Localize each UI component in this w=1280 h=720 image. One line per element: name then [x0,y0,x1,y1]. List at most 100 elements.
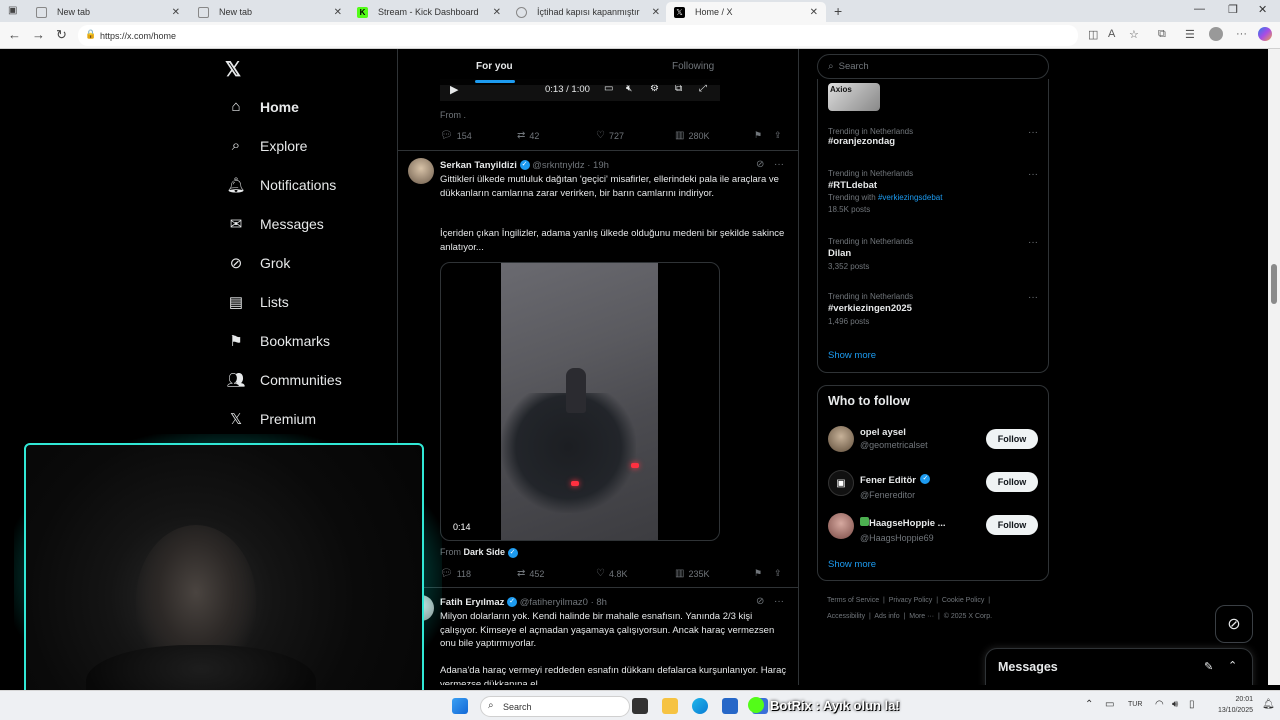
volume-icon[interactable]: 🔊︎ [1172,699,1178,710]
language-indicator[interactable]: TUR [1128,701,1142,708]
scrollbar[interactable] [1268,49,1280,685]
views-button[interactable]: ▥ 235K [675,568,709,579]
nav-messages[interactable]: ✉ Messages [225,215,324,233]
x-logo-icon[interactable]: 𝕏 [225,57,241,82]
browser-tab[interactable]: İçtihad kapısı kapanmıştır ✕ [508,2,668,22]
news-thumbnail[interactable]: Axios [828,83,880,111]
notification-icon[interactable]: 🔔︎ [1262,699,1275,710]
more-icon[interactable]: ··· [1028,237,1038,248]
avatar[interactable]: ▣ [828,470,854,496]
browser-tab-active[interactable]: 𝕏 Home / X ✕ [666,2,826,22]
grok-floating-button[interactable]: ⊘ [1215,605,1253,643]
author-name[interactable]: Serkan Tanyildizi [440,160,517,171]
avatar[interactable] [828,513,854,539]
new-tab-icon[interactable]: + [834,3,842,19]
show-more-link[interactable]: Show more [828,559,876,570]
close-icon[interactable]: ✕ [652,7,660,18]
avatar[interactable] [828,426,854,452]
bookmark-icon[interactable]: ⚑ [754,130,762,141]
tab-for-you[interactable]: For you [476,61,513,72]
file-explorer-icon[interactable] [662,698,678,714]
show-more-link[interactable]: Show more [828,350,876,361]
author-handle[interactable]: @fatiheryilmaz0 [520,597,588,608]
grok-icon[interactable]: ⊘ [756,159,764,170]
more-icon[interactable]: ··· [774,596,784,607]
nav-notifications[interactable]: 🔔︎ Notifications [225,176,336,194]
views-button[interactable]: ▥ 280K [675,130,709,141]
favorite-icon[interactable]: ☆ [1129,28,1139,41]
maximize-icon[interactable]: ❐ [1228,3,1238,16]
more-icon[interactable]: ··· [1028,127,1038,138]
tweet-time[interactable]: · 19h [587,160,609,171]
footer-link[interactable]: Ads info [874,613,899,620]
edge-icon[interactable] [692,698,708,714]
browser-tab[interactable]: K Stream - Kick Dashboard ✕ [349,2,509,22]
battery-icon[interactable]: ▯ [1189,699,1195,710]
search-input[interactable]: ⌕ Search [817,54,1049,79]
share-icon[interactable]: ⇪ [774,130,782,141]
url-field[interactable]: 🔒 https://x.com/home [78,25,1078,46]
profile-avatar-icon[interactable] [1209,27,1223,41]
wifi-icon[interactable]: ◠ [1155,699,1164,710]
author-handle[interactable]: @srkntnyldz [532,160,584,171]
task-view-icon[interactable] [632,698,648,714]
nav-explore[interactable]: ⌕ Explore [225,137,308,154]
footer-link[interactable]: Cookie Policy [942,597,984,604]
follow-button[interactable]: Follow [986,515,1038,535]
trend-item[interactable]: Trending in Netherlands Dilan 3,352 post… [828,237,913,271]
more-icon[interactable]: ··· [1236,28,1247,40]
trend-item[interactable]: Trending in Netherlands #verkiezingen202… [828,292,913,326]
reply-button[interactable]: 💬︎ 118 [440,568,471,579]
taskbar-search[interactable]: ⌕ Search [480,696,630,717]
footer-link[interactable]: Privacy Policy [889,597,933,604]
minimize-icon[interactable]: — [1194,3,1205,15]
tab-following[interactable]: Following [672,61,714,72]
suggested-user[interactable]: opel aysel @geometricalset [860,427,928,450]
favorites-icon[interactable]: ☰ [1185,28,1195,41]
avatar[interactable] [408,158,434,184]
repost-button[interactable]: ⇄ 452 [517,568,544,579]
nav-home[interactable]: ⌂ Home [225,98,298,115]
refresh-icon[interactable]: ↻ [56,27,67,43]
close-icon[interactable]: ✕ [493,7,501,18]
nav-premium[interactable]: 𝕏 Premium [225,410,316,428]
grok-icon[interactable]: ⊘ [756,596,764,607]
messages-drawer[interactable]: Messages ✎ ⌃ [985,648,1253,685]
reply-button[interactable]: 💬︎ 154 [440,130,472,141]
suggested-user[interactable]: HaagseHoppie ... @HaagsHoppie69 [860,513,946,543]
scrollbar-thumb[interactable] [1271,264,1277,304]
close-icon[interactable]: ✕ [810,7,818,18]
nav-bookmarks[interactable]: ⚑ Bookmarks [225,332,330,350]
extensions-icon[interactable]: ⧉ [1158,28,1166,41]
tweet-time[interactable]: · 8h [591,597,607,608]
more-icon[interactable]: ··· [774,159,784,170]
share-icon[interactable]: ⇪ [774,568,782,579]
chevron-up-icon[interactable]: ⌃ [1085,699,1093,710]
split-screen-icon[interactable]: ◫ [1088,28,1098,41]
nav-communities[interactable]: 👥︎ Communities [225,371,341,389]
back-icon[interactable]: ← [8,27,21,42]
like-button[interactable]: ♡ 727 [596,130,624,141]
close-icon[interactable]: ✕ [334,7,342,18]
trend-with-tag[interactable]: #verkiezingsdebat [878,193,942,202]
browser-tab[interactable]: New tab ✕ [28,2,188,22]
tweet-video[interactable]: 0:14 [440,262,720,541]
like-button[interactable]: ♡ 4.8K [596,568,627,579]
footer-link[interactable]: Accessibility [827,613,865,620]
footer-link[interactable]: Terms of Service [827,597,879,604]
copilot-icon[interactable] [1258,27,1272,41]
trend-item[interactable]: Trending in Netherlands #RTLdebat Trendi… [828,169,942,214]
nav-grok[interactable]: ⊘ Grok [225,254,291,272]
tray-icon[interactable]: ▭ [1105,699,1114,710]
more-icon[interactable]: ··· [1028,292,1038,303]
read-aloud-icon[interactable]: A [1108,28,1115,40]
new-message-icon[interactable]: ✎ [1204,660,1213,673]
follow-button[interactable]: Follow [986,472,1038,492]
tab-actions-icon[interactable]: ▣ [8,5,17,16]
store-icon[interactable] [722,698,738,714]
trend-item[interactable]: Trending in Netherlands #oranjezondag [828,127,913,147]
close-window-icon[interactable]: ✕ [1258,3,1267,16]
author-name[interactable]: Fatih Eryılmaz [440,597,504,608]
clock[interactable]: 20:01 13/10/2025 [1205,694,1253,716]
expand-icon[interactable]: ⌃ [1228,659,1237,672]
